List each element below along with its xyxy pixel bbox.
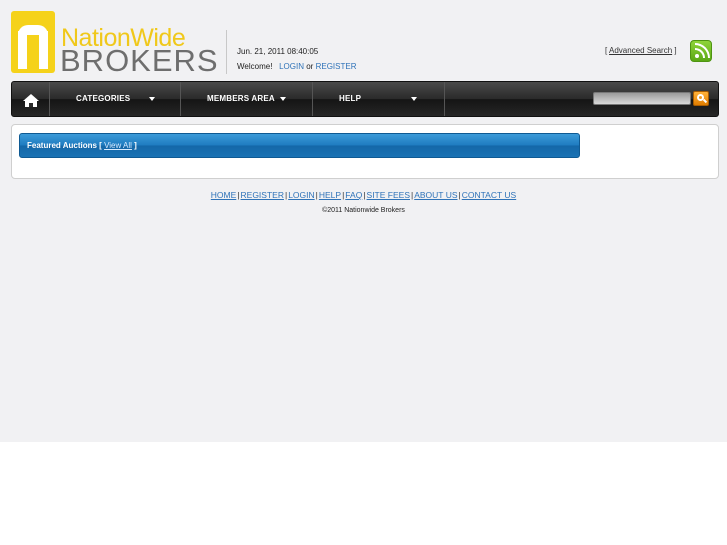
nav-separator <box>444 82 445 116</box>
footer-link-login[interactable]: LOGIN <box>288 190 314 200</box>
login-link[interactable]: LOGIN <box>279 62 304 71</box>
current-datetime: Jun. 21, 2011 08:40:05 <box>237 47 319 56</box>
view-all-link[interactable]: View All <box>104 141 132 150</box>
site-logo[interactable]: NationWide BROKERS <box>11 11 219 78</box>
advanced-search: [ Advanced Search ] <box>605 46 677 55</box>
footer-separator: | <box>237 190 240 200</box>
nav-item-label: HELP <box>339 94 362 103</box>
footer-link-contact-us[interactable]: CONTACT US <box>462 190 516 200</box>
search-input[interactable] <box>593 92 691 105</box>
footer-links: HOME|REGISTER|LOGIN|HELP|FAQ|SITE FEES|A… <box>0 190 727 200</box>
rss-feed-icon[interactable] <box>690 40 712 62</box>
chevron-down-icon <box>411 97 417 101</box>
home-icon[interactable] <box>12 82 49 116</box>
logo-n-mark <box>11 11 55 73</box>
nav-item-help[interactable]: HELP <box>313 82 444 116</box>
footer-separator: | <box>342 190 345 200</box>
featured-auctions-title: Featured Auctions [ View All ] <box>27 141 137 150</box>
welcome-line: Welcome! LOGIN or REGISTER <box>237 59 357 74</box>
featured-title-text: Featured Auctions [ <box>27 141 102 150</box>
footer-separator: | <box>315 190 318 200</box>
footer-link-faq[interactable]: FAQ <box>345 190 362 200</box>
nav-item-members-area[interactable]: MEMBERS AREA <box>181 82 312 116</box>
bracket-open: [ <box>605 46 608 55</box>
header-info: Jun. 21, 2011 08:40:05 Welcome! LOGIN or… <box>237 44 357 74</box>
advanced-search-link[interactable]: Advanced Search <box>609 46 672 55</box>
nav-item-categories[interactable]: CATEGORIES <box>50 82 180 116</box>
footer-link-site-fees[interactable]: SITE FEES <box>367 190 410 200</box>
footer-separator: | <box>411 190 414 200</box>
header-divider <box>226 30 227 74</box>
welcome-text: Welcome! <box>237 62 273 71</box>
main-nav: CATEGORIES MEMBERS AREA HELP <box>11 81 719 117</box>
search-icon[interactable] <box>693 91 709 106</box>
nav-item-label: CATEGORIES <box>76 94 131 103</box>
content-panel: Featured Auctions [ View All ] <box>11 124 719 179</box>
footer-link-register[interactable]: REGISTER <box>241 190 284 200</box>
register-link[interactable]: REGISTER <box>316 62 357 71</box>
featured-auctions-header: Featured Auctions [ View All ] <box>19 133 580 158</box>
copyright-text: ©2011 Nationwide Brokers <box>322 207 405 214</box>
footer-link-home[interactable]: HOME <box>211 190 237 200</box>
footer-link-about-us[interactable]: ABOUT US <box>414 190 457 200</box>
chevron-down-icon <box>149 97 155 101</box>
featured-bracket-close: ] <box>134 141 137 150</box>
footer-link-help[interactable]: HELP <box>319 190 341 200</box>
page-background: NationWide BROKERS Jun. 21, 2011 08:40:0… <box>0 0 727 442</box>
nav-search <box>593 91 709 107</box>
bracket-close: ] <box>674 46 677 55</box>
or-text: or <box>306 62 314 71</box>
nav-item-label: MEMBERS AREA <box>207 94 275 103</box>
footer-separator: | <box>458 190 461 200</box>
chevron-down-icon <box>280 97 286 101</box>
logo-text-brokers: BROKERS <box>60 43 219 78</box>
footer-separator: | <box>363 190 366 200</box>
footer-separator: | <box>284 190 288 200</box>
